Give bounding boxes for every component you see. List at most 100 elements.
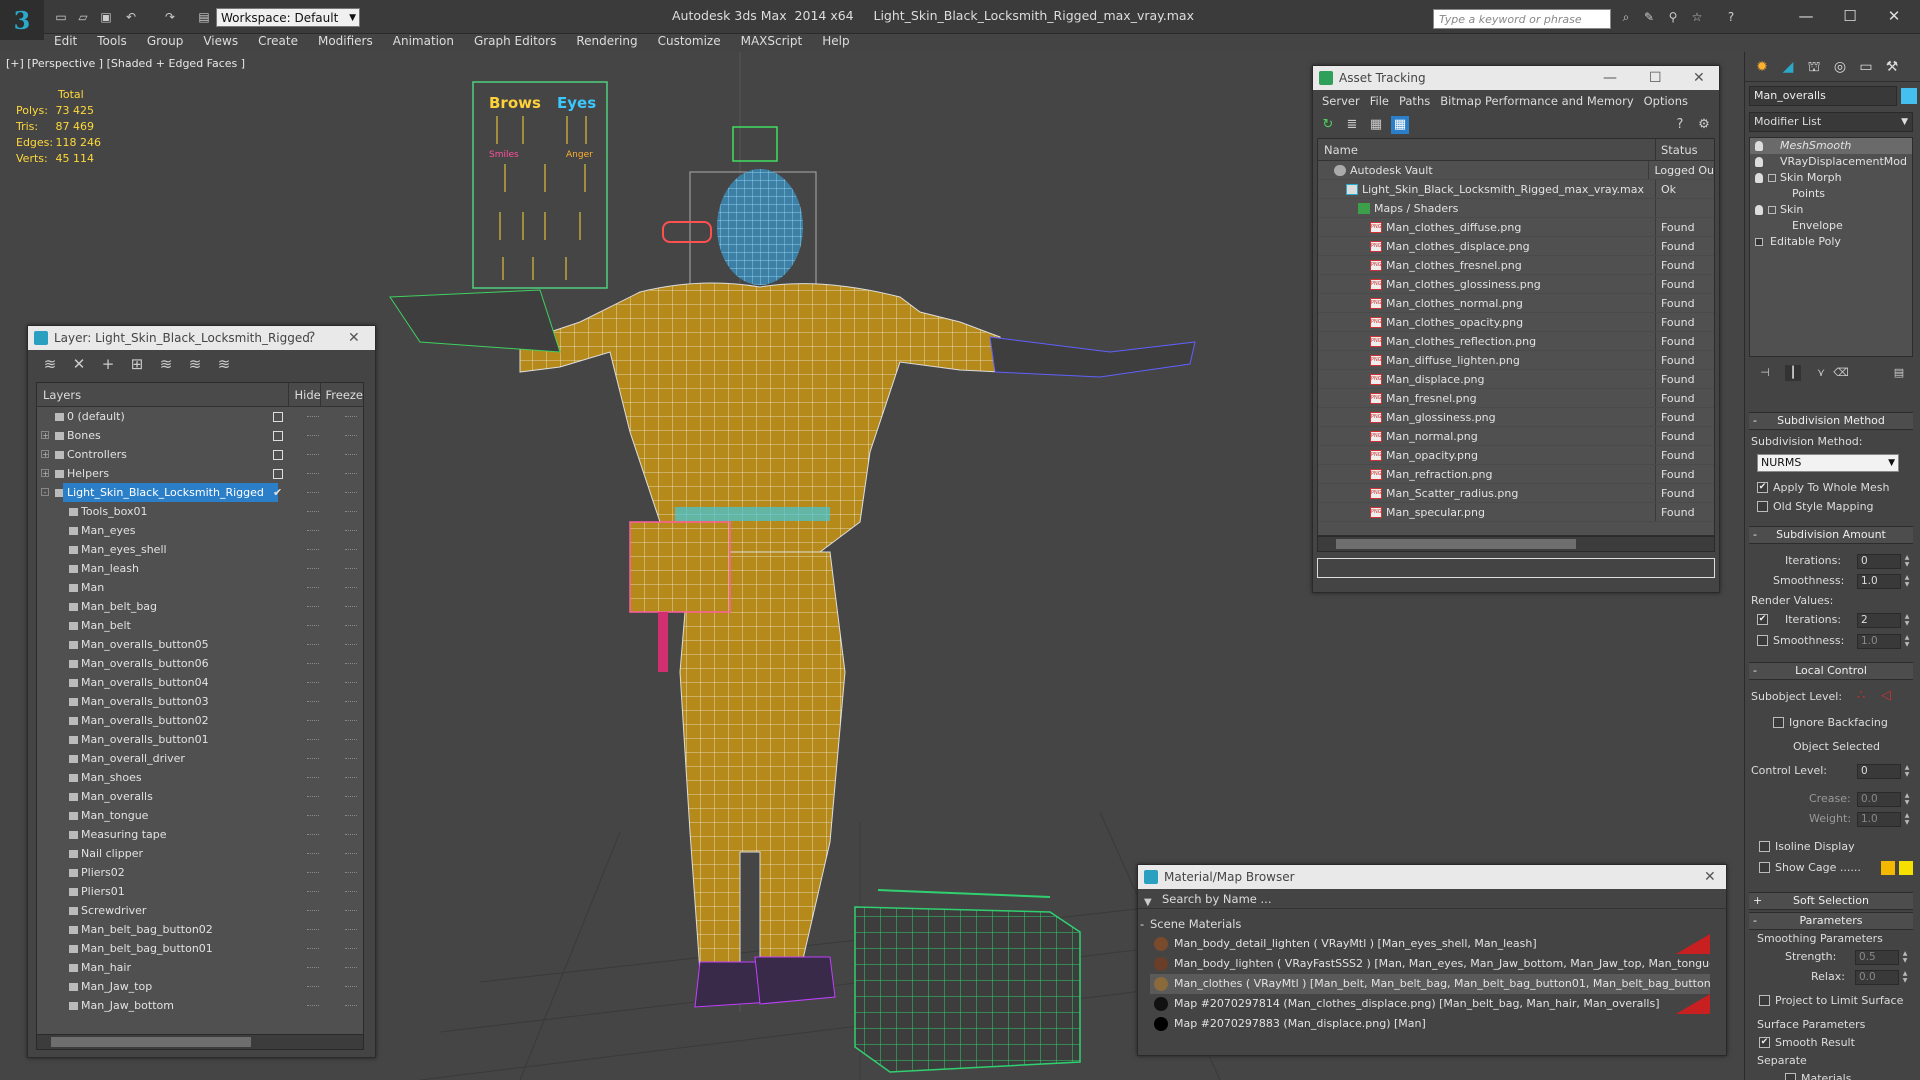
asset-row[interactable]: PNG Man_clothes_reflection.png Found: [1318, 332, 1714, 351]
asset-row[interactable]: PNG Man_fresnel.png Found: [1318, 389, 1714, 408]
layer-row[interactable]: Man_belt_bag_button02: [37, 920, 363, 939]
asset-row[interactable]: PNG Man_clothes_normal.png Found: [1318, 294, 1714, 313]
hide-toggle[interactable]: [307, 435, 319, 436]
freeze-toggle[interactable]: [345, 853, 357, 854]
layer-row[interactable]: Screwdriver: [37, 901, 363, 920]
material-search-input[interactable]: ▼ Search by Name ...: [1138, 889, 1726, 909]
relax-spinner[interactable]: 0.0: [1855, 970, 1899, 985]
workspace-dropdown[interactable]: Workspace: Default ▼: [216, 8, 360, 27]
layer-row[interactable]: Man_belt_bag: [37, 597, 363, 616]
hide-toggle[interactable]: [307, 492, 319, 493]
hide-toggle[interactable]: [307, 587, 319, 588]
layer-row[interactable]: Man_belt_bag_button01: [37, 939, 363, 958]
menu-customize[interactable]: Customize: [648, 34, 731, 52]
close-icon[interactable]: ✕: [1704, 865, 1716, 889]
communication-center-icon[interactable]: ✎: [1640, 9, 1658, 25]
lightbulb-icon[interactable]: [1755, 173, 1763, 183]
settings-icon[interactable]: ⚙: [1695, 116, 1713, 134]
freeze-toggle[interactable]: [345, 891, 357, 892]
layer-row[interactable]: Man_Jaw_bottom: [37, 996, 363, 1015]
viewport-label[interactable]: [+] [Perspective ] [Shaded + Edged Faces…: [6, 57, 245, 70]
freeze-toggle[interactable]: [345, 986, 357, 987]
menu-views[interactable]: Views: [193, 34, 248, 52]
modifier-stack-item[interactable]: Points: [1750, 186, 1912, 202]
freeze-toggle[interactable]: [345, 682, 357, 683]
make-unique-icon[interactable]: ⋎: [1813, 365, 1829, 381]
asset-row[interactable]: Maps / Shaders: [1318, 199, 1714, 218]
modifier-stack-item[interactable]: Envelope: [1750, 218, 1912, 234]
isoline-display-checkbox[interactable]: [1759, 841, 1770, 852]
smoothness-spinner[interactable]: 1.0: [1857, 574, 1901, 589]
scrollbar-thumb[interactable]: [51, 1037, 251, 1047]
chevron-down-icon[interactable]: ▼: [1144, 893, 1152, 913]
layer-panel-titlebar[interactable]: Layer: Light_Skin_Black_Locksmith_Rigged…: [28, 326, 375, 350]
freeze-toggle[interactable]: [345, 777, 357, 778]
hide-toggle[interactable]: [307, 815, 319, 816]
asset-row[interactable]: PNG Man_Scatter_radius.png Found: [1318, 484, 1714, 503]
motion-tab-icon[interactable]: ◎: [1829, 57, 1851, 77]
layer-row[interactable]: Man_hair: [37, 958, 363, 977]
rollout-subdivision-method[interactable]: - Subdivision Method: [1749, 412, 1913, 430]
layer-row[interactable]: + Controllers: [37, 445, 363, 464]
layer-row[interactable]: Pliers01: [37, 882, 363, 901]
layer-row[interactable]: + Helpers: [37, 464, 363, 483]
hide-toggle-checkbox[interactable]: [273, 412, 283, 422]
table-view-icon[interactable]: ▦: [1367, 116, 1385, 134]
layer-row[interactable]: Pliers02: [37, 863, 363, 882]
material-row[interactable]: Man_body_lighten ( VRayFastSSS2 ) [Man, …: [1150, 954, 1710, 974]
configure-modifier-sets-icon[interactable]: ▤: [1891, 365, 1907, 381]
old-style-mapping-checkbox[interactable]: [1757, 501, 1768, 512]
render-iterations-checkbox[interactable]: ✔: [1757, 614, 1768, 625]
asset-row[interactable]: PNG Man_glossiness.png Found: [1318, 408, 1714, 427]
hide-toggle[interactable]: [307, 530, 319, 531]
display-tab-icon[interactable]: ▭: [1855, 57, 1877, 77]
layer-row[interactable]: + Bones: [37, 426, 363, 445]
hide-toggle[interactable]: [307, 929, 319, 930]
modifier-stack-item[interactable]: VRayDisplacementMod: [1750, 154, 1912, 170]
layer-row[interactable]: Man_overall_driver: [37, 749, 363, 768]
hide-toggle[interactable]: [307, 663, 319, 664]
hide-toggle[interactable]: [307, 910, 319, 911]
hide-all-icon[interactable]: ≋: [185, 354, 205, 374]
open-file-icon[interactable]: ▱: [74, 9, 92, 25]
asset-table[interactable]: Name Status Autodesk Vault Logged Ou Light…: [1317, 138, 1715, 536]
pin-stack-icon[interactable]: ⊣: [1757, 365, 1773, 381]
expand-icon[interactable]: +: [41, 431, 49, 440]
layer-row[interactable]: Man_overalls_button01: [37, 730, 363, 749]
create-tab-icon[interactable]: ✹: [1751, 57, 1773, 77]
edge-level-icon[interactable]: ◁: [1881, 688, 1891, 703]
layer-horizontal-scrollbar[interactable]: [36, 1034, 364, 1050]
show-cage-checkbox[interactable]: [1759, 862, 1770, 873]
close-icon[interactable]: ✕: [348, 326, 360, 350]
ignore-backfacing-checkbox[interactable]: [1773, 717, 1784, 728]
hide-toggle[interactable]: [307, 606, 319, 607]
hide-toggle[interactable]: [307, 454, 319, 455]
menu-group[interactable]: Group: [137, 34, 194, 52]
hide-toggle[interactable]: [307, 549, 319, 550]
cage-color-swatch-2[interactable]: [1899, 861, 1913, 875]
freeze-toggle[interactable]: [345, 663, 357, 664]
layer-row[interactable]: Man_overalls_button02: [37, 711, 363, 730]
menu-graph-editors[interactable]: Graph Editors: [464, 34, 566, 52]
hide-toggle[interactable]: [307, 834, 319, 835]
render-iterations-spinner[interactable]: 2: [1857, 613, 1901, 628]
layer-row[interactable]: - Light_Skin_Black_Locksmith_Rigged ✔: [37, 483, 363, 502]
asset-panel-titlebar[interactable]: Asset Tracking — ☐ ✕: [1313, 66, 1719, 90]
hide-toggle[interactable]: [307, 625, 319, 626]
menu-tools[interactable]: Tools: [87, 34, 137, 52]
grid-view-icon[interactable]: ▦: [1391, 116, 1409, 134]
cage-color-swatch-1[interactable]: [1881, 861, 1895, 875]
column-hide[interactable]: Hide: [289, 383, 322, 406]
freeze-toggle[interactable]: [345, 948, 357, 949]
current-layer-check-icon[interactable]: ✔: [273, 483, 282, 502]
hide-toggle-checkbox[interactable]: [273, 469, 283, 479]
asset-row[interactable]: Autodesk Vault Logged Ou: [1318, 161, 1714, 180]
hide-toggle[interactable]: [307, 853, 319, 854]
freeze-toggle[interactable]: [345, 492, 357, 493]
app-logo[interactable]: 3: [0, 0, 44, 40]
layer-row[interactable]: Man_eyes_shell: [37, 540, 363, 559]
asset-row[interactable]: Light_Skin_Black_Locksmith_Rigged_max_vr…: [1318, 180, 1714, 199]
layer-row[interactable]: Man_overalls: [37, 787, 363, 806]
material-row[interactable]: Man_clothes ( VRayMtl ) [Man_belt, Man_b…: [1150, 974, 1710, 994]
crease-spinner[interactable]: 0.0: [1857, 792, 1901, 807]
